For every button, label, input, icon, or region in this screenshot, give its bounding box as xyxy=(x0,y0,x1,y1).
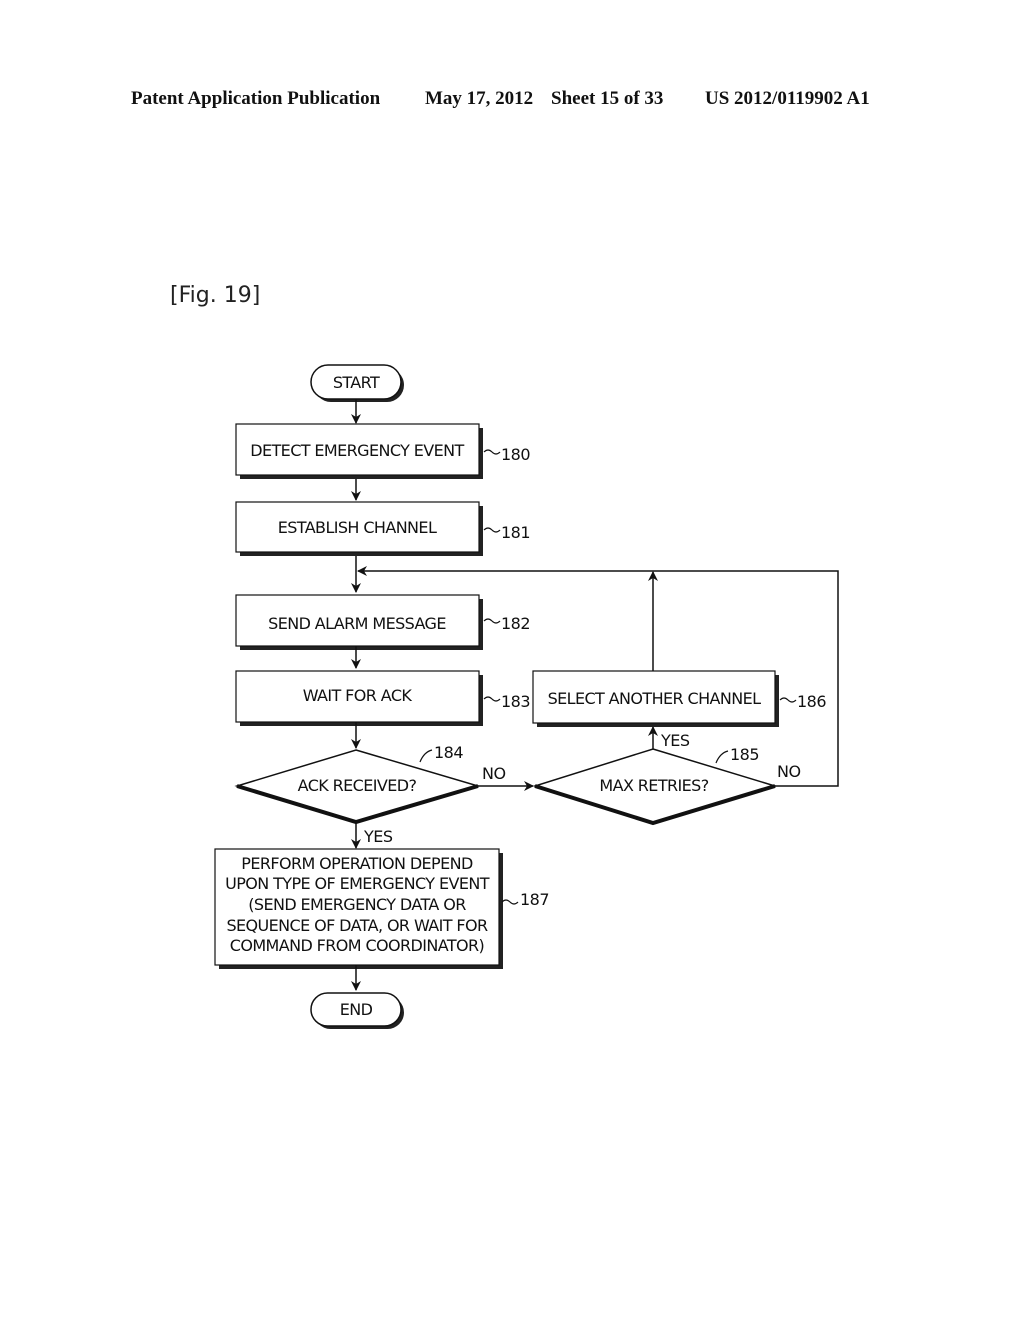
ref-187: 187 xyxy=(520,890,549,909)
ref-leader-186 xyxy=(779,697,797,703)
decision-185-yes-label: YES xyxy=(660,731,690,750)
step-180-box: DETECT EMERGENCY EVENT xyxy=(235,423,483,479)
step-183-box: WAIT FOR ACK xyxy=(235,670,483,726)
ref-186: 186 xyxy=(797,692,826,711)
ref-181: 181 xyxy=(501,523,530,542)
step-181-text: ESTABLISH CHANNEL xyxy=(278,518,437,537)
step-187-line-4: SEQUENCE OF DATA, OR WAIT FOR xyxy=(226,916,488,935)
decision-184-yes-label: YES xyxy=(363,827,393,846)
decision-185-text: MAX RETRIES? xyxy=(599,776,708,795)
ref-leader-185 xyxy=(715,750,729,764)
start-label: START xyxy=(333,373,380,392)
step-187-box: PERFORM OPERATION DEPEND UPON TYPE OF EM… xyxy=(214,848,503,969)
ref-leader-187 xyxy=(501,899,519,905)
ref-185: 185 xyxy=(730,745,759,764)
flowchart: START DETECT EMERGENCY EVENT 180 ESTABLI… xyxy=(214,364,839,1029)
step-181-box: ESTABLISH CHANNEL xyxy=(235,501,483,556)
step-187-line-5: COMMAND FROM COORDINATOR) xyxy=(230,936,484,955)
end-label: END xyxy=(340,1000,373,1019)
step-187-line-3: (SEND EMERGENCY DATA OR xyxy=(248,895,466,914)
step-186-text: SELECT ANOTHER CHANNEL xyxy=(548,689,762,708)
decision-185-no-label: NO xyxy=(777,762,801,781)
ref-182: 182 xyxy=(501,614,530,633)
ref-leader-183 xyxy=(483,696,501,702)
step-182-box: SEND ALARM MESSAGE xyxy=(235,594,483,650)
ref-184: 184 xyxy=(434,743,463,762)
start-terminal: START xyxy=(310,364,404,402)
ref-leader-180 xyxy=(483,449,501,455)
decision-184-text: ACK RECEIVED? xyxy=(298,776,417,795)
step-187-line-2: UPON TYPE OF EMERGENCY EVENT xyxy=(225,874,490,893)
ref-180: 180 xyxy=(501,445,530,464)
end-terminal: END xyxy=(310,992,404,1029)
step-183-text: WAIT FOR ACK xyxy=(303,686,413,705)
ref-leader-184 xyxy=(419,749,433,763)
step-187-line-1: PERFORM OPERATION DEPEND xyxy=(241,854,473,873)
step-182-text: SEND ALARM MESSAGE xyxy=(268,614,446,633)
ref-leader-182 xyxy=(483,618,501,624)
step-186-box: SELECT ANOTHER CHANNEL xyxy=(532,670,779,727)
ref-leader-181 xyxy=(483,527,501,533)
decision-184-no-label: NO xyxy=(482,764,506,783)
ref-183: 183 xyxy=(501,692,530,711)
step-180-text: DETECT EMERGENCY EVENT xyxy=(250,441,464,460)
